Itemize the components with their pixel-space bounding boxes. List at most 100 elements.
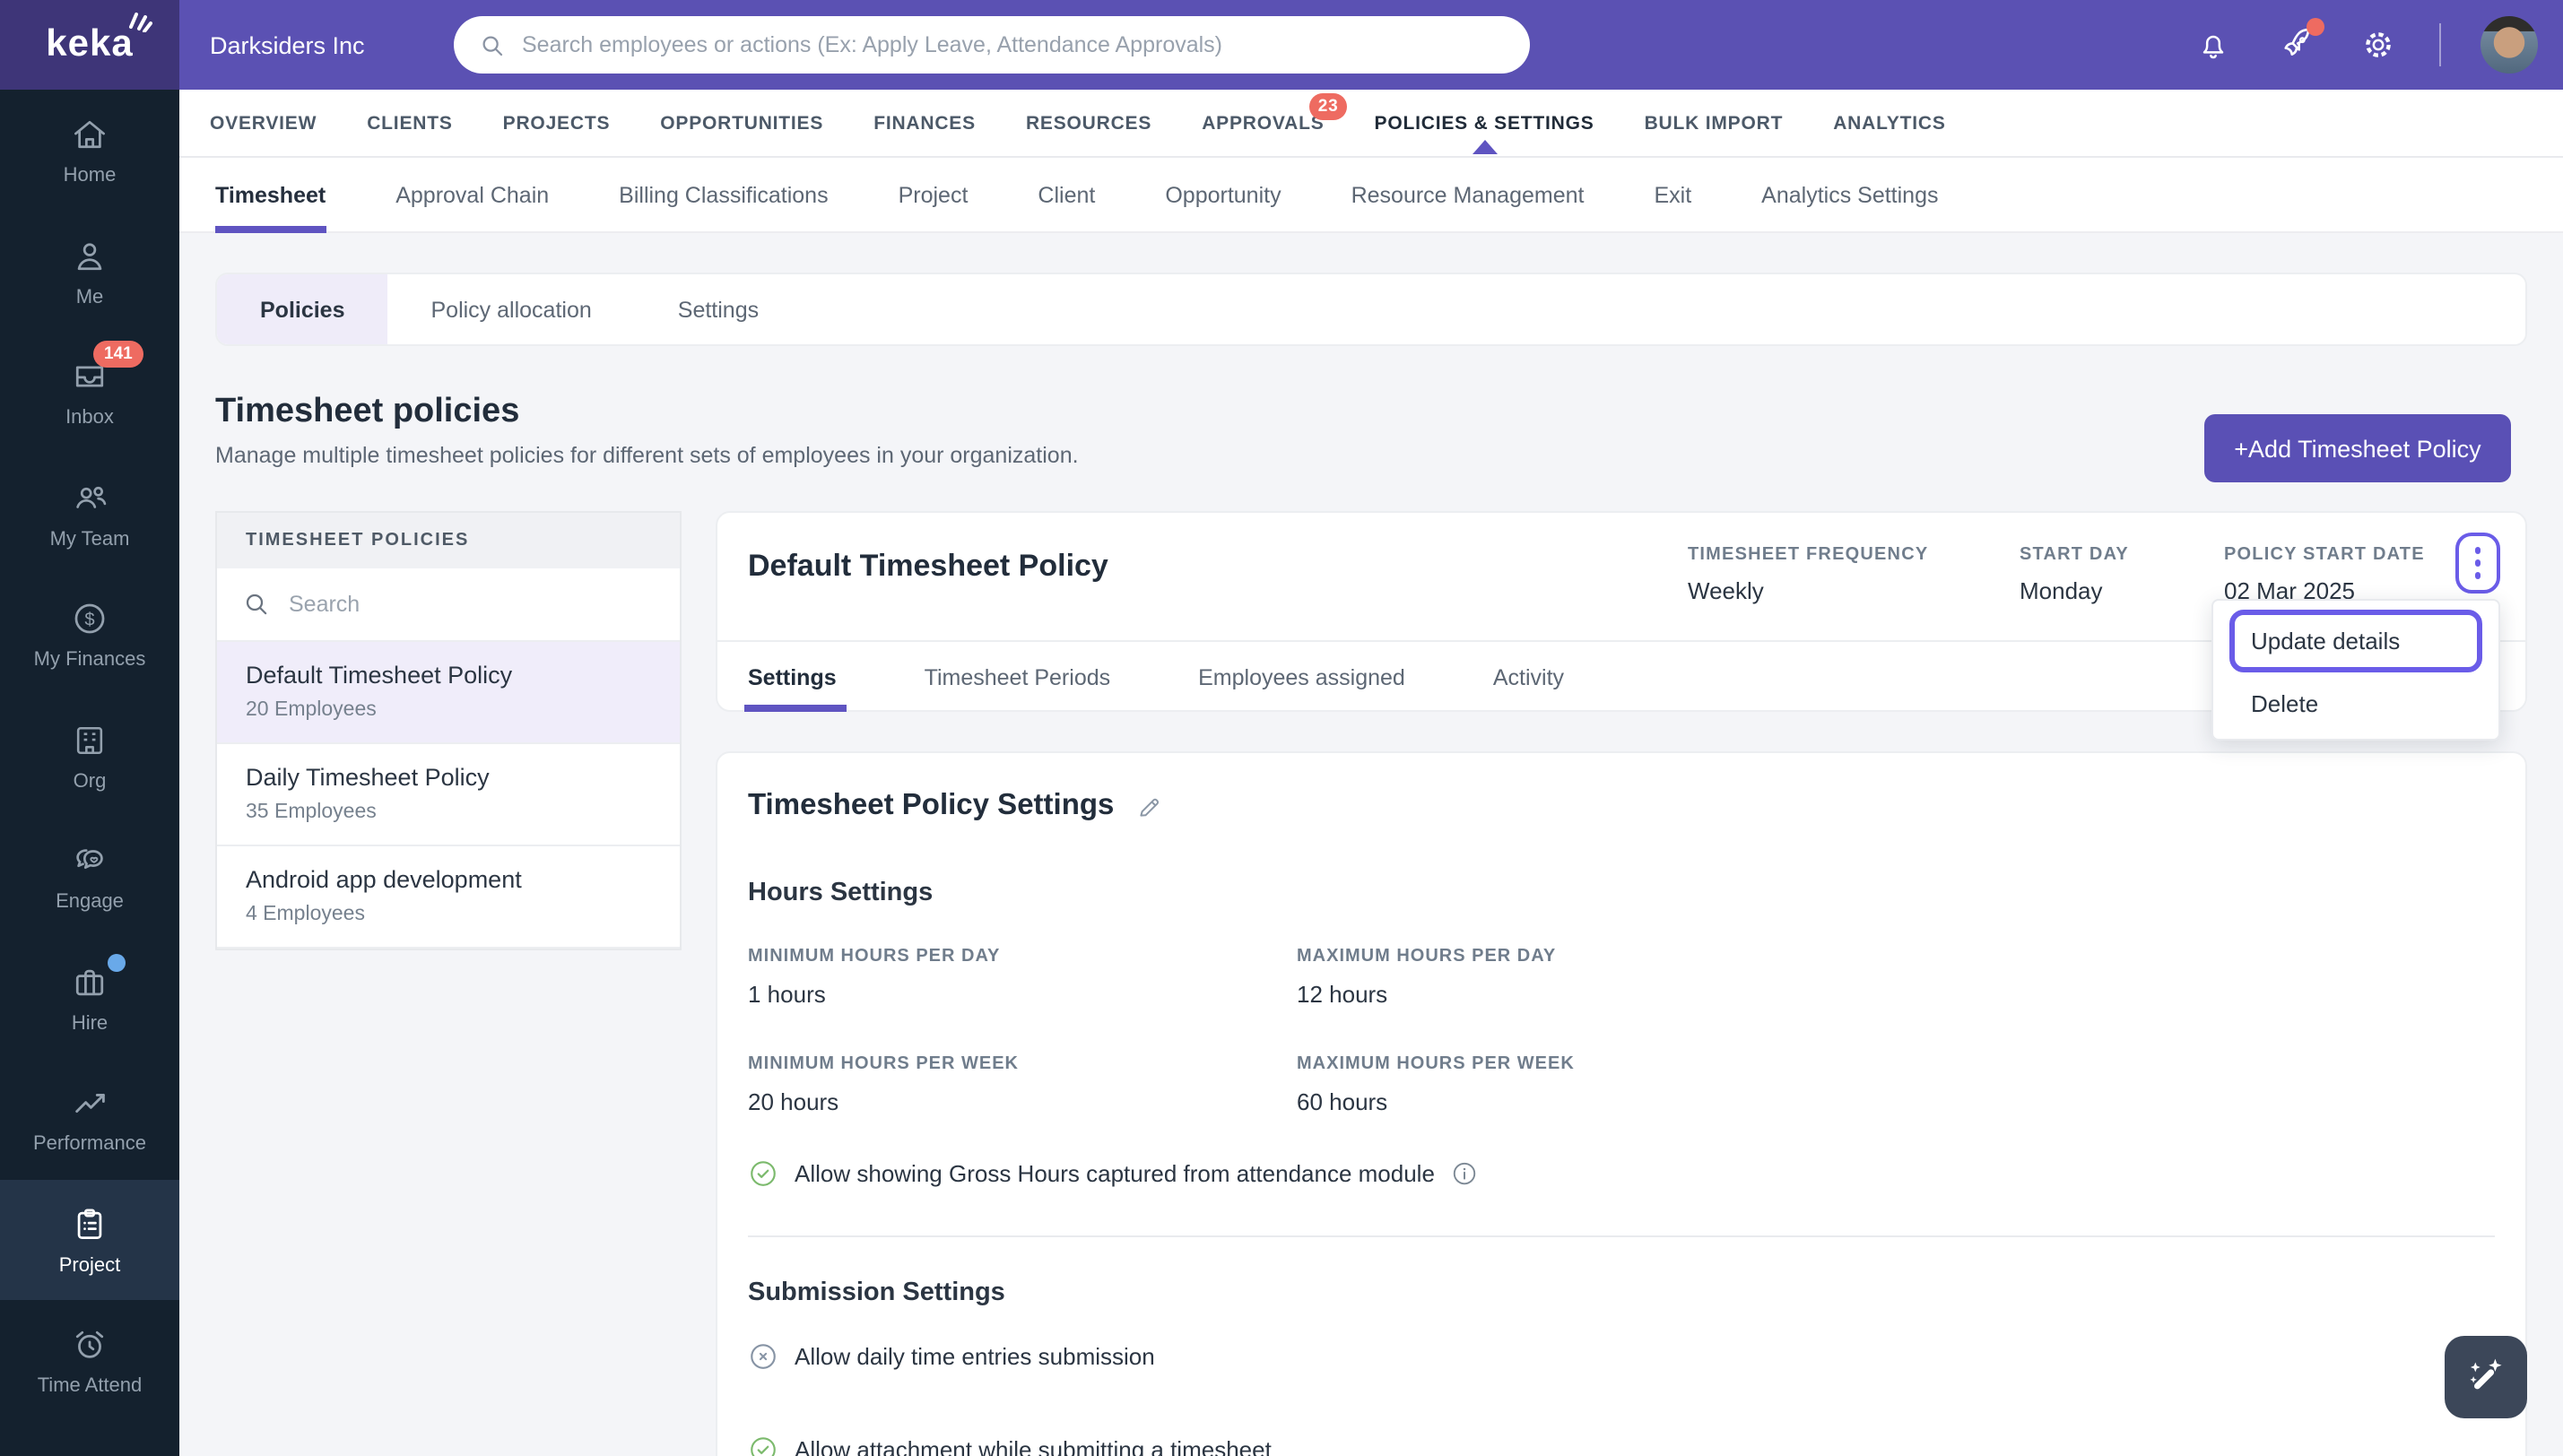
subnav-approval-chain[interactable]: Approval Chain [395, 157, 549, 232]
gross-hours-setting-row: Allow showing Gross Hours captured from … [748, 1158, 1478, 1189]
edit-pencil-icon[interactable] [1135, 792, 1164, 820]
home-icon [68, 114, 111, 157]
sidebar-item-my-finances[interactable]: $ My Finances [0, 574, 179, 695]
brand-logo[interactable]: keka [0, 0, 179, 90]
nav-policies-settings-label: POLICIES & SETTINGS [1374, 112, 1594, 134]
org-icon [68, 719, 111, 762]
sidebar-item-engage[interactable]: Engage [0, 816, 179, 937]
policy-list-item[interactable]: Daily Timesheet Policy 35 Employees [217, 744, 680, 846]
add-timesheet-policy-button[interactable]: +Add Timesheet Policy [2204, 414, 2511, 482]
nav-projects[interactable]: PROJECTS [503, 112, 611, 134]
sidebar-item-performance[interactable]: Performance [0, 1058, 179, 1179]
sidebar-item-me[interactable]: Me [0, 211, 179, 332]
subnav-billing-classifications[interactable]: Billing Classifications [619, 157, 828, 232]
bell-icon [2202, 35, 2224, 59]
policy-list-item[interactable]: Default Timesheet Policy 20 Employees [217, 642, 680, 744]
approvals-count-badge: 23 [1308, 92, 1348, 119]
menu-item-update-details[interactable]: Update details [2229, 610, 2482, 672]
min-hours-per-week: MINIMUM HOURS PER WEEK 20 hours [748, 1054, 1019, 1115]
policies-search-input[interactable]: Search [217, 568, 680, 642]
time-attend-icon [68, 1324, 111, 1367]
inbox-icon: 141 [68, 341, 143, 399]
max-hours-per-day: MAXIMUM HOURS PER DAY 12 hours [1297, 947, 1556, 1008]
global-search-input[interactable]: Search employees or actions (Ex: Apply L… [454, 16, 1530, 74]
policy-employee-count: 35 Employees [246, 802, 377, 823]
sidebar-item-label: My Finances [33, 649, 146, 672]
settings-card-title: Timesheet Policy Settings [748, 789, 1164, 823]
nav-opportunities[interactable]: OPPORTUNITIES [660, 112, 823, 134]
timesheet-frequency: TIMESHEET FREQUENCY Weekly [1688, 545, 1928, 604]
policy-name: Android app development [246, 866, 522, 893]
min-hours-per-day: MINIMUM HOURS PER DAY 1 hours [748, 947, 1000, 1008]
sidebar: Home Me 141 Inbox My Team $ My Finances … [0, 90, 179, 1456]
sidebar-item-time-attend[interactable]: Time Attend [0, 1300, 179, 1421]
sidebar-item-my-team[interactable]: My Team [0, 453, 179, 574]
settings-button[interactable] [2357, 23, 2400, 66]
policy-tab-settings[interactable]: Settings [743, 642, 848, 712]
subnav-opportunity[interactable]: Opportunity [1165, 157, 1281, 232]
sidebar-item-home[interactable]: Home [0, 90, 179, 211]
sidebar-item-org[interactable]: Org [0, 695, 179, 816]
menu-item-delete[interactable]: Delete [2213, 672, 2498, 724]
subnav-analytics-settings[interactable]: Analytics Settings [1761, 157, 1938, 232]
info-icon[interactable] [1451, 1160, 1478, 1187]
sidebar-item-hire[interactable]: Hire [0, 937, 179, 1058]
subnav-timesheet[interactable]: Timesheet [215, 157, 326, 232]
policies-tab-bar: Policies Policy allocation Settings [215, 273, 2527, 346]
policy-name: Daily Timesheet Policy [246, 764, 490, 791]
nav-finances[interactable]: FINANCES [873, 112, 976, 134]
nav-analytics[interactable]: ANALYTICS [1833, 112, 1945, 134]
gross-hours-label: Allow showing Gross Hours captured from … [795, 1160, 1435, 1187]
logo-spark-icon [129, 13, 153, 32]
svg-text:$: $ [84, 611, 94, 630]
subnav-project[interactable]: Project [899, 157, 969, 232]
assistant-button[interactable] [2445, 1336, 2527, 1418]
subnav-resource-management[interactable]: Resource Management [1351, 157, 1585, 232]
field-label: MAXIMUM HOURS PER DAY [1297, 947, 1557, 966]
start-date-label: POLICY START DATE [2224, 545, 2425, 565]
check-circle-icon [751, 1437, 776, 1456]
person-icon [68, 235, 111, 278]
policy-tab-activity[interactable]: Activity [1493, 642, 1564, 712]
tab-policy-allocation[interactable]: Policy allocation [388, 274, 635, 344]
top-bar: keka Darksiders Inc Search employees or … [0, 0, 2563, 90]
policy-list-item[interactable]: Android app development 4 Employees [217, 846, 680, 949]
policies-panel-header: TIMESHEET POLICIES [217, 513, 680, 568]
sidebar-item-label: Performance [33, 1133, 146, 1156]
nav-bulk-import[interactable]: BULK IMPORT [1645, 112, 1784, 134]
nav-clients[interactable]: CLIENTS [367, 112, 452, 134]
whats-new-dot-badge [2307, 18, 2324, 36]
policy-employee-count: 4 Employees [246, 904, 365, 925]
whats-new-button[interactable] [2274, 18, 2324, 66]
subnav-exit[interactable]: Exit [1654, 157, 1691, 232]
page-subtitle: Manage multiple timesheet policies for d… [215, 443, 1079, 468]
notifications-button[interactable] [2192, 23, 2235, 66]
policy-settings-card: Timesheet Policy Settings Hours Settings… [716, 751, 2527, 1456]
policy-name: Default Timesheet Policy [246, 662, 513, 689]
sidebar-item-inbox[interactable]: 141 Inbox [0, 332, 179, 453]
policy-actions-menu-button[interactable] [2455, 533, 2500, 594]
nav-approvals[interactable]: APPROVALS 23 [1202, 92, 1348, 134]
user-avatar[interactable] [2480, 16, 2538, 74]
start-day-value: Monday [2020, 577, 2103, 604]
policy-actions-dropdown: Update details Delete [2211, 599, 2500, 741]
nav-policies-settings[interactable]: POLICIES & SETTINGS [1374, 112, 1594, 153]
daily-entries-label: Allow daily time entries submission [795, 1343, 1155, 1370]
field-value: 20 hours [748, 1088, 839, 1115]
sidebar-item-project[interactable]: Project [0, 1179, 179, 1300]
submission-settings-heading: Submission Settings [748, 1278, 1005, 1307]
subnav-client[interactable]: Client [1038, 157, 1095, 232]
tab-settings[interactable]: Settings [635, 274, 802, 344]
frequency-value: Weekly [1688, 577, 1764, 604]
app-root: keka Darksiders Inc Search employees or … [0, 0, 2563, 1456]
nav-resources[interactable]: RESOURCES [1026, 112, 1151, 134]
policy-employee-count: 20 Employees [246, 699, 377, 721]
nav-overview[interactable]: OVERVIEW [210, 112, 317, 134]
sidebar-item-label: Time Attend [37, 1375, 143, 1398]
policy-tab-employees-assigned[interactable]: Employees assigned [1198, 642, 1405, 712]
sidebar-item-label: Project [58, 1254, 121, 1277]
policy-tab-timesheet-periods[interactable]: Timesheet Periods [925, 642, 1111, 712]
field-value: 12 hours [1297, 981, 1388, 1008]
tab-policies[interactable]: Policies [217, 274, 388, 344]
field-value: 60 hours [1297, 1088, 1388, 1115]
